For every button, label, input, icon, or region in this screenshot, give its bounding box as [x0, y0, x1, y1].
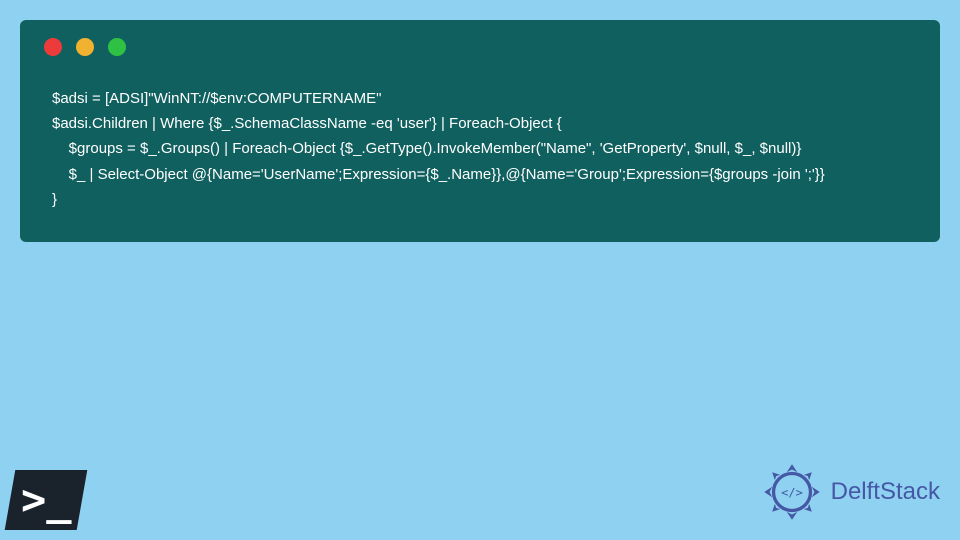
close-icon[interactable] — [44, 38, 62, 56]
powershell-prompt-text: >_ — [21, 479, 72, 521]
delftstack-badge-icon: </> — [759, 459, 825, 525]
maximize-icon[interactable] — [108, 38, 126, 56]
powershell-logo-icon: >_ — [5, 470, 88, 530]
window-controls — [44, 38, 916, 56]
code-line: $adsi.Children | Where {$_.SchemaClassNa… — [52, 115, 562, 132]
code-line: } — [52, 191, 57, 208]
code-line: $adsi = [ADSI]"WinNT://$env:COMPUTERNAME… — [52, 90, 381, 107]
delftstack-logo: </> DelftStack — [759, 459, 940, 525]
code-line: $groups = $_.Groups() | Foreach-Object {… — [52, 140, 801, 157]
delftstack-text: DelftStack — [831, 478, 940, 506]
code-window: $adsi = [ADSI]"WinNT://$env:COMPUTERNAME… — [20, 20, 940, 242]
code-line: $_ | Select-Object @{Name='UserName';Exp… — [52, 166, 825, 183]
minimize-icon[interactable] — [76, 38, 94, 56]
svg-text:</>: </> — [781, 486, 802, 500]
code-content: $adsi = [ADSI]"WinNT://$env:COMPUTERNAME… — [44, 86, 916, 212]
